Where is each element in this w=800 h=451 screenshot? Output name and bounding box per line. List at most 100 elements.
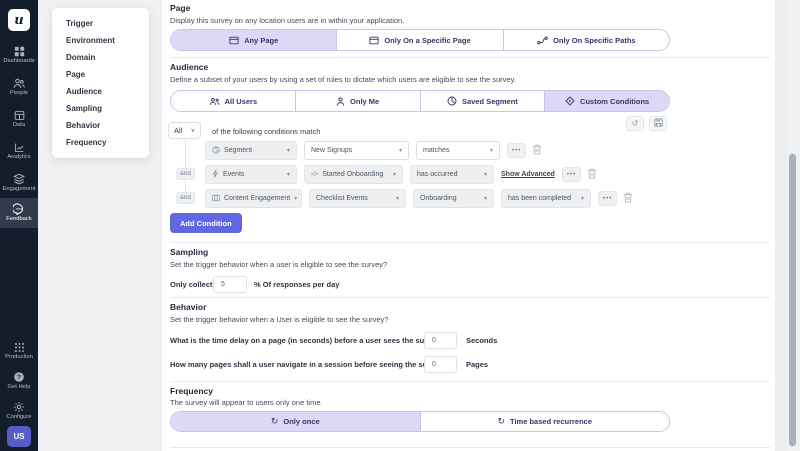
sidebar-item-label: Data: [13, 123, 25, 129]
menu-item-audience[interactable]: Audience: [52, 83, 149, 100]
svg-text:?: ?: [17, 374, 21, 381]
condition-value-select[interactable]: Onboarding ▾: [413, 189, 494, 208]
sidebar-item-label: People: [10, 91, 28, 97]
section-divider: [170, 381, 770, 382]
sidebar-item-data[interactable]: Data: [0, 104, 38, 134]
condition-field-select[interactable]: </> Started Onboarding ▾: [304, 165, 403, 184]
undo-icon: ↺: [632, 119, 639, 128]
save-icon: [654, 118, 663, 129]
menu-item-frequency[interactable]: Frequency: [52, 134, 149, 151]
condition-operator-select[interactable]: has occurred ▾: [410, 165, 494, 184]
trash-icon: [623, 190, 633, 208]
audience-tabs: All Users Only Me Saved Segment Custom C…: [170, 90, 670, 112]
trash-icon: [532, 142, 542, 160]
condition-operator-select[interactable]: matches ▾: [416, 141, 500, 160]
audience-section-description: Define a subset of your users by using a…: [170, 75, 516, 84]
tab-any-page[interactable]: Any Page: [171, 30, 337, 50]
menu-item-behavior[interactable]: Behavior: [52, 117, 149, 134]
and-operator-badge: and: [176, 192, 195, 204]
sidebar-item-production[interactable]: Production: [0, 336, 38, 366]
data-icon: [14, 110, 25, 121]
trash-icon: [587, 166, 597, 184]
tab-only-me[interactable]: Only Me: [296, 91, 421, 111]
menu-item-sampling[interactable]: Sampling: [52, 100, 149, 117]
user-icon: [336, 97, 345, 106]
menu-item-environment[interactable]: Environment: [52, 32, 149, 49]
sidebar-item-engagement[interactable]: Engagement: [0, 168, 38, 198]
condition-type-select[interactable]: Events ▾: [205, 165, 297, 184]
logo-glyph: u: [14, 13, 23, 28]
behavior-question-1: What is the time delay on a page (in sec…: [170, 336, 444, 345]
time-delay-input[interactable]: [424, 332, 457, 349]
condition-field-select[interactable]: Checklist Events ▾: [309, 189, 406, 208]
and-operator-badge: and: [176, 168, 195, 180]
save-conditions-button[interactable]: [649, 116, 667, 131]
condition-type-select[interactable]: Segment ▾: [205, 141, 297, 160]
chevron-down-icon: ▾: [399, 147, 402, 154]
right-gutter: [775, 0, 786, 451]
user-avatar[interactable]: US: [7, 426, 31, 447]
sampling-prefix-label: Only collect: [170, 280, 213, 289]
tab-only-specific-page[interactable]: Only On a Specific Page: [337, 30, 503, 50]
page-tabs: Any Page Only On a Specific Page Only On…: [170, 29, 670, 51]
sidebar-item-configure[interactable]: Configure: [0, 396, 38, 426]
menu-item-domain[interactable]: Domain: [52, 49, 149, 66]
sampling-section-title: Sampling: [170, 247, 208, 257]
target-diamond-icon: [565, 96, 575, 106]
chevron-down-icon: ▾: [393, 171, 396, 178]
map-icon: [212, 194, 220, 204]
delete-condition-button[interactable]: [623, 190, 633, 208]
people-icon: [13, 78, 25, 89]
sidebar-item-label: Engagement: [3, 187, 36, 193]
feedback-icon: [13, 203, 25, 215]
sidebar-item-people[interactable]: People: [0, 72, 38, 102]
scrollbar-thumb[interactable]: [789, 154, 796, 446]
sidebar-item-get-help[interactable]: ? Get Help: [0, 366, 38, 396]
path-branch-icon: [537, 36, 548, 45]
match-operator-select[interactable]: All ∨: [168, 122, 201, 139]
more-options-button[interactable]: •••: [598, 191, 617, 206]
sidebar-item-label: Dashboards: [3, 59, 34, 65]
tab-only-specific-paths[interactable]: Only On Specific Paths: [504, 30, 669, 50]
tab-saved-segment[interactable]: Saved Segment: [421, 91, 546, 111]
page-section-title: Page: [170, 3, 190, 13]
settings-menu: Trigger Environment Domain Page Audience…: [52, 8, 149, 158]
engagement-icon: [13, 173, 25, 185]
section-divider: [170, 242, 770, 243]
scrollbar-track[interactable]: [786, 0, 800, 451]
tab-custom-conditions[interactable]: Custom Conditions: [545, 91, 669, 111]
match-suffix-text: of the following conditions match: [212, 127, 320, 136]
sidebar-item-label: Configure: [6, 415, 31, 421]
frequency-tabs: ↻ Only once ↻ Time based recurrence: [170, 411, 670, 432]
condition-field-select[interactable]: New Signups ▾: [304, 141, 409, 160]
condition-operator-select[interactable]: has been completed ▾: [501, 189, 591, 208]
sidebar-item-dashboards[interactable]: Dashboards: [0, 40, 38, 70]
delete-condition-button[interactable]: [532, 142, 542, 160]
sidebar-item-analytics[interactable]: Analytics: [0, 136, 38, 166]
sidebar: u Dashboards People Data Analytics Engag…: [0, 0, 38, 451]
tab-all-users[interactable]: All Users: [171, 91, 296, 111]
condition-row-3: and Content Engagement ▾ Checklist Event…: [162, 189, 775, 208]
more-options-button[interactable]: •••: [562, 167, 581, 182]
more-options-button[interactable]: •••: [507, 143, 526, 158]
show-advanced-link[interactable]: Show Advanced: [501, 171, 555, 178]
reset-conditions-button[interactable]: ↺: [626, 116, 644, 131]
dots-icon: •••: [512, 148, 521, 154]
pie-chart-icon: [447, 96, 457, 106]
app-logo[interactable]: u: [8, 9, 30, 31]
sampling-percent-input[interactable]: [213, 276, 247, 293]
app-window: u Dashboards People Data Analytics Engag…: [0, 0, 800, 451]
delete-condition-button[interactable]: [587, 166, 597, 184]
add-condition-button[interactable]: Add Condition: [170, 213, 242, 233]
menu-item-trigger[interactable]: Trigger: [52, 15, 149, 32]
tab-only-once[interactable]: ↻ Only once: [171, 412, 421, 431]
sidebar-item-feedback[interactable]: Feedback: [0, 198, 38, 228]
behavior-section-description: Set the trigger behavior when a User is …: [170, 315, 388, 324]
pages-count-input[interactable]: [424, 356, 457, 373]
tab-time-based-recurrence[interactable]: ↻ Time based recurrence: [421, 412, 670, 431]
chevron-down-icon: ▾: [294, 195, 297, 202]
sampling-suffix-label: % Of responses per day: [254, 280, 339, 289]
menu-item-page[interactable]: Page: [52, 66, 149, 83]
condition-type-select[interactable]: Content Engagement ▾: [205, 189, 302, 208]
sidebar-item-label: Get Help: [8, 385, 31, 391]
